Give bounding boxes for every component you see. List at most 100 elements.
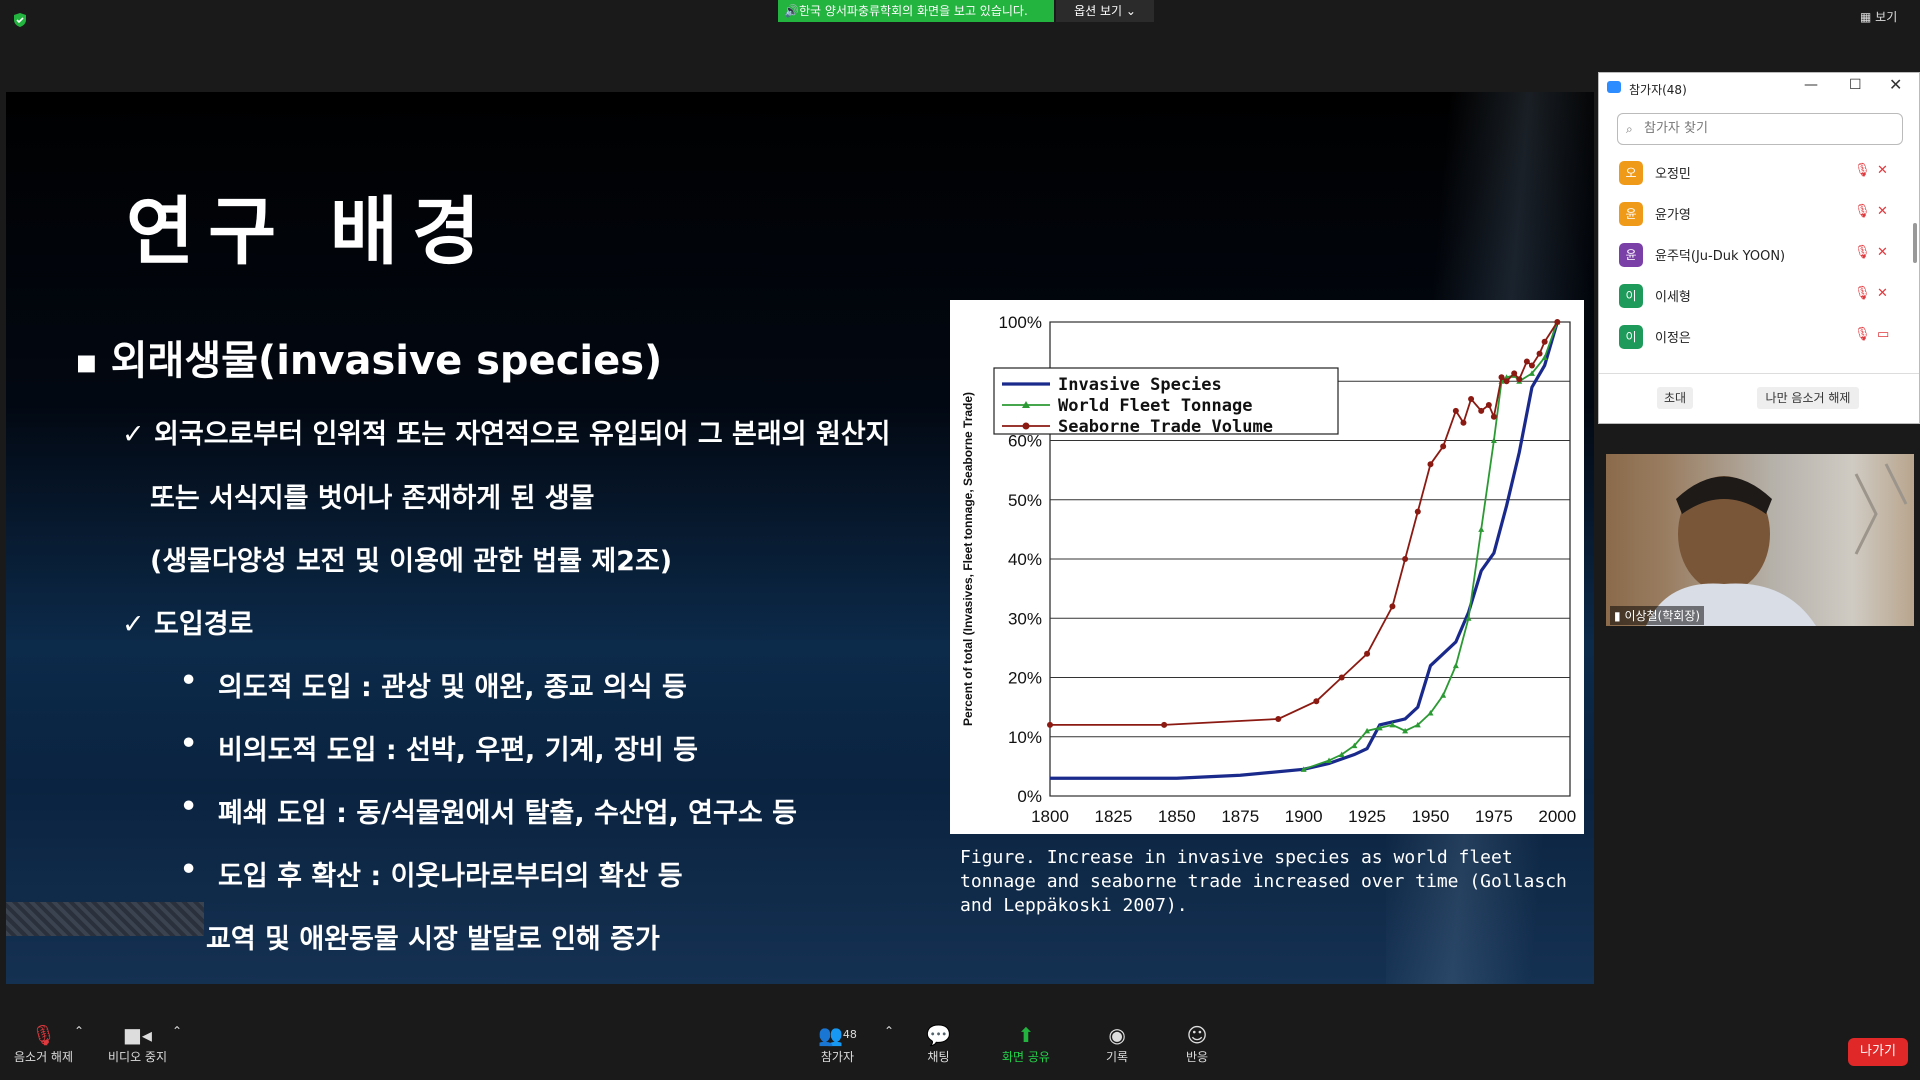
participant-name: 윤가영 bbox=[1655, 208, 1691, 223]
record-button[interactable]: ◉ 기록 bbox=[1106, 1018, 1128, 1065]
route-item-text: 도입 후 확산 : 이웃나라로부터의 확산 등 bbox=[218, 861, 683, 892]
leave-button[interactable]: 나가기 bbox=[1848, 1038, 1908, 1066]
data-point bbox=[1389, 603, 1396, 610]
muted-mic-icon: 🎙 bbox=[30, 1023, 57, 1047]
audio-options-chevron-icon[interactable]: ⌃ bbox=[74, 1024, 84, 1038]
chat-button[interactable]: 💬 채팅 bbox=[926, 1018, 951, 1065]
y-tick-label: 10% bbox=[1008, 728, 1042, 747]
participant-row[interactable]: 윤 윤주덕(Ju-Duk YOON) 🎙 ✕ bbox=[1599, 235, 1899, 275]
bullet-dot-icon: • bbox=[180, 665, 198, 696]
video-off-icon[interactable]: ✕ bbox=[1877, 286, 1888, 301]
route-item: • bbox=[180, 854, 197, 885]
video-camera-icon[interactable]: ▭ bbox=[1877, 327, 1889, 342]
redaction-stripe bbox=[6, 902, 204, 936]
video-off-icon[interactable]: ✕ bbox=[1877, 245, 1888, 260]
y-tick-label: 100% bbox=[999, 313, 1042, 332]
maximize-icon[interactable]: ☐ bbox=[1849, 77, 1862, 93]
shared-slide: 연구 배경 ■ 외래생물(invasive species) ✓ 외국으로부터 … bbox=[6, 92, 1594, 984]
definition-line-2: 또는 서식지를 벗어나 존재하게 된 생물 bbox=[150, 483, 595, 514]
data-point bbox=[1452, 407, 1459, 414]
video-off-icon[interactable]: ✕ bbox=[1877, 163, 1888, 178]
data-point bbox=[1427, 461, 1434, 468]
route-item: • bbox=[180, 665, 197, 696]
definition-line-3: (생물다양성 보전 및 이용에 관한 법률 제2조) bbox=[150, 546, 673, 577]
y-tick-label: 50% bbox=[1008, 491, 1042, 510]
speaker-icon: 🔊 bbox=[784, 4, 799, 18]
data-point bbox=[1047, 721, 1053, 728]
invite-button[interactable]: 초대 bbox=[1657, 387, 1693, 409]
view-button[interactable]: ▦ 보기 bbox=[1860, 8, 1897, 25]
data-point bbox=[1541, 338, 1548, 345]
participant-row[interactable]: 이 이세형 🎙 ✕ bbox=[1599, 276, 1899, 316]
record-label: 기록 bbox=[1106, 1050, 1129, 1064]
video-camera-icon: ■◂ bbox=[123, 1023, 152, 1047]
avatar: 오 bbox=[1619, 161, 1643, 185]
muted-mic-icon[interactable]: 🎙 bbox=[1854, 163, 1871, 178]
stop-video-button[interactable]: ■◂ 비디오 중지 bbox=[108, 1018, 167, 1065]
muted-mic-icon[interactable]: 🎙 bbox=[1854, 327, 1871, 342]
unmute-button[interactable]: 🎙 음소거 해제 bbox=[14, 1018, 73, 1065]
bullet-dot-icon: • bbox=[180, 728, 198, 759]
security-shield-icon[interactable] bbox=[12, 12, 28, 28]
speaker-video-tile[interactable] bbox=[1606, 454, 1914, 626]
route-item: • bbox=[180, 791, 197, 822]
route-item: • bbox=[180, 728, 197, 759]
slide-heading-text: 외래생물(invasive species) bbox=[110, 338, 663, 384]
unmute-label: 음소거 해제 bbox=[14, 1050, 74, 1064]
route-item-text: 의도적 도입 : 관상 및 애완, 종교 의식 등 bbox=[218, 672, 687, 703]
muted-mic-icon[interactable]: 🎙 bbox=[1854, 245, 1871, 260]
grid-view-icon: ▦ bbox=[1860, 10, 1872, 24]
share-screen-button[interactable]: ⬆ 화면 공유 bbox=[1002, 1018, 1050, 1065]
participant-row[interactable]: 오 오정민 🎙 ✕ bbox=[1599, 153, 1899, 193]
unmute-me-button[interactable]: 나만 음소거 해제 bbox=[1757, 387, 1859, 409]
x-tick-label: 1900 bbox=[1285, 807, 1323, 826]
video-name-label: ▮ 이상철(학회장) bbox=[1610, 606, 1705, 625]
data-point bbox=[1490, 413, 1497, 420]
data-point bbox=[1468, 396, 1475, 403]
route-heading: ✓ 도입경로 bbox=[122, 609, 254, 640]
data-point bbox=[1536, 350, 1543, 357]
data-point bbox=[1523, 358, 1530, 365]
route-item-text: 비의도적 도입 : 선박, 우편, 기계, 장비 등 bbox=[218, 735, 698, 766]
muted-mic-icon[interactable]: 🎙 bbox=[1854, 204, 1871, 219]
close-icon[interactable]: ✕ bbox=[1889, 75, 1902, 94]
data-point bbox=[1478, 407, 1485, 414]
x-tick-label: 1950 bbox=[1412, 807, 1450, 826]
reactions-button[interactable]: ☺ 반응 bbox=[1186, 1018, 1208, 1065]
participant-search-input[interactable]: ⌕ 참가자 찾기 bbox=[1617, 113, 1903, 145]
avatar: 윤 bbox=[1619, 202, 1643, 226]
video-off-icon[interactable]: ✕ bbox=[1877, 204, 1888, 219]
share-banner-text: 한국 양서파충류학회의 화면을 보고 있습니다. bbox=[798, 4, 1028, 18]
meeting-toolbar: 🎙 음소거 해제 ⌃ ■◂ 비디오 중지 ⌃ 👥48 참가자 ⌃ 💬 채팅 ⬆ … bbox=[0, 1018, 1920, 1080]
panel-scrollbar[interactable] bbox=[1913, 223, 1917, 263]
muted-mic-icon[interactable]: 🎙 bbox=[1854, 286, 1871, 301]
data-point bbox=[1338, 674, 1345, 681]
participant-name: 이정은 bbox=[1655, 331, 1691, 346]
bullet-dot-icon: • bbox=[180, 854, 198, 885]
participants-options-chevron-icon[interactable]: ⌃ bbox=[884, 1024, 894, 1038]
participant-row[interactable]: 윤 윤가영 🎙 ✕ bbox=[1599, 194, 1899, 234]
x-tick-label: 1975 bbox=[1475, 807, 1513, 826]
y-tick-label: 30% bbox=[1008, 609, 1042, 628]
chat-label: 채팅 bbox=[927, 1050, 950, 1064]
x-tick-label: 1925 bbox=[1348, 807, 1386, 826]
figure-chart: 0%10%20%30%40%50%60%70%100%1800182518501… bbox=[950, 300, 1584, 834]
data-point bbox=[1161, 721, 1168, 728]
participant-row[interactable]: 이 이정은 🎙 ▭ bbox=[1599, 317, 1899, 357]
chevron-down-icon: ⌄ bbox=[1125, 4, 1136, 18]
definition-line-1: ✓ 외국으로부터 인위적 또는 자연적으로 유입되어 그 본래의 원산지 bbox=[122, 419, 891, 450]
last-line: 교역 및 애완동물 시장 발달로 인해 증가 bbox=[206, 924, 660, 955]
participants-button[interactable]: 👥48 참가자 bbox=[818, 1018, 857, 1065]
data-point bbox=[1414, 508, 1421, 515]
screen-share-banner: 🔊한국 양서파충류학회의 화면을 보고 있습니다. bbox=[778, 0, 1054, 22]
avatar: 이 bbox=[1619, 284, 1643, 308]
legend-marker bbox=[1022, 422, 1030, 430]
minimize-icon[interactable]: — bbox=[1804, 77, 1818, 93]
data-point bbox=[1554, 319, 1561, 325]
video-name-text: 이상철(학회장) bbox=[1624, 609, 1701, 623]
view-options-button[interactable]: 옵션 보기 ⌄ bbox=[1056, 0, 1154, 22]
data-point bbox=[1402, 556, 1409, 562]
line-chart: 0%10%20%30%40%50%60%70%100%1800182518501… bbox=[961, 313, 1576, 826]
video-options-chevron-icon[interactable]: ⌃ bbox=[172, 1024, 182, 1038]
zoom-logo-icon bbox=[1607, 81, 1621, 93]
